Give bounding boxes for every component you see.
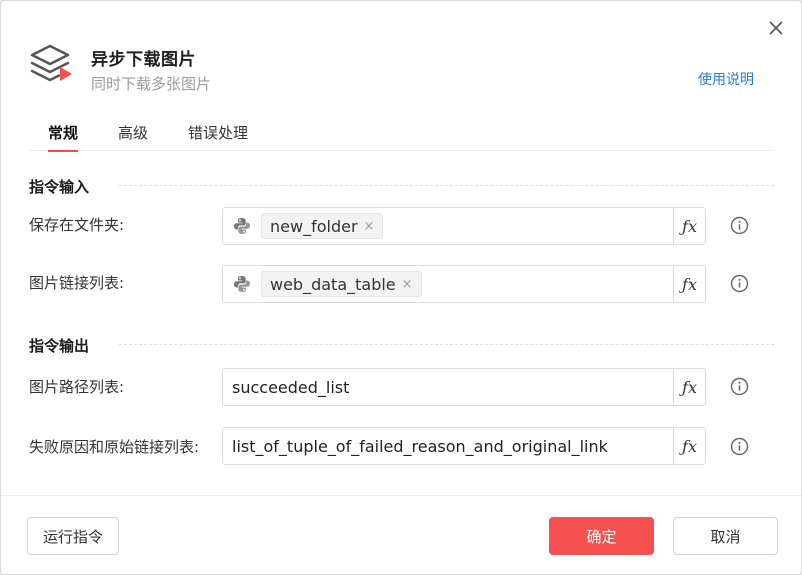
variable-tag: web_data_table ×	[261, 271, 422, 297]
close-button[interactable]	[765, 17, 787, 39]
section-divider	[119, 344, 774, 345]
tag-remove-icon[interactable]: ×	[364, 219, 375, 234]
variable-tag-label: new_folder	[270, 216, 358, 236]
save-folder-label: 保存在文件夹:	[29, 216, 125, 234]
dialog: 异步下载图片 同时下载多张图片 使用说明 常规 高级 错误处理 指令输入 保存在…	[0, 0, 802, 575]
save-folder-field[interactable]: new_folder × ƒx	[222, 207, 706, 245]
fx-button[interactable]: ƒx	[673, 369, 705, 405]
tab-advanced[interactable]: 高级	[118, 113, 148, 151]
image-paths-value: succeeded_list	[232, 377, 350, 397]
fx-button[interactable]: ƒx	[673, 266, 705, 302]
failed-links-field[interactable]: list_of_tuple_of_failed_reason_and_origi…	[222, 427, 706, 465]
output-section-title: 指令输出	[29, 337, 90, 355]
dialog-title: 异步下载图片	[91, 50, 196, 70]
help-link[interactable]: 使用说明	[698, 69, 754, 89]
image-paths-input[interactable]: succeeded_list	[223, 369, 673, 405]
run-command-button[interactable]: 运行指令	[27, 517, 119, 555]
failed-links-input[interactable]: list_of_tuple_of_failed_reason_and_origi…	[223, 428, 673, 464]
confirm-button[interactable]: 确定	[549, 517, 654, 555]
dialog-subtitle: 同时下载多张图片	[91, 75, 212, 93]
variable-tag: new_folder ×	[261, 213, 384, 239]
info-icon[interactable]	[730, 377, 749, 396]
variable-tag-label: web_data_table	[270, 274, 396, 294]
layers-download-icon	[30, 44, 72, 82]
tab-general[interactable]: 常规	[48, 113, 79, 152]
footer-divider	[1, 495, 801, 496]
python-icon	[234, 218, 250, 234]
image-paths-field[interactable]: succeeded_list ƒx	[222, 368, 706, 406]
fx-button[interactable]: ƒx	[673, 428, 705, 464]
cancel-button[interactable]: 取消	[673, 517, 778, 555]
close-icon	[769, 21, 783, 35]
image-links-label: 图片链接列表:	[29, 274, 125, 292]
info-icon[interactable]	[730, 216, 749, 235]
info-icon[interactable]	[730, 274, 749, 293]
image-paths-label: 图片路径列表:	[29, 378, 125, 396]
image-links-field[interactable]: web_data_table × ƒx	[222, 265, 706, 303]
input-section-title: 指令输入	[29, 178, 90, 196]
failed-links-value: list_of_tuple_of_failed_reason_and_origi…	[232, 436, 608, 456]
failed-links-label: 失败原因和原始链接列表:	[29, 438, 200, 456]
section-divider	[119, 185, 774, 186]
info-icon[interactable]	[730, 437, 749, 456]
tab-error-handling[interactable]: 错误处理	[188, 113, 248, 151]
tag-remove-icon[interactable]: ×	[402, 277, 413, 292]
image-links-input[interactable]: web_data_table ×	[223, 266, 673, 302]
tab-bar: 常规 高级 错误处理	[29, 113, 774, 152]
save-folder-input[interactable]: new_folder ×	[223, 208, 673, 244]
python-icon	[234, 276, 250, 292]
fx-button[interactable]: ƒx	[673, 208, 705, 244]
